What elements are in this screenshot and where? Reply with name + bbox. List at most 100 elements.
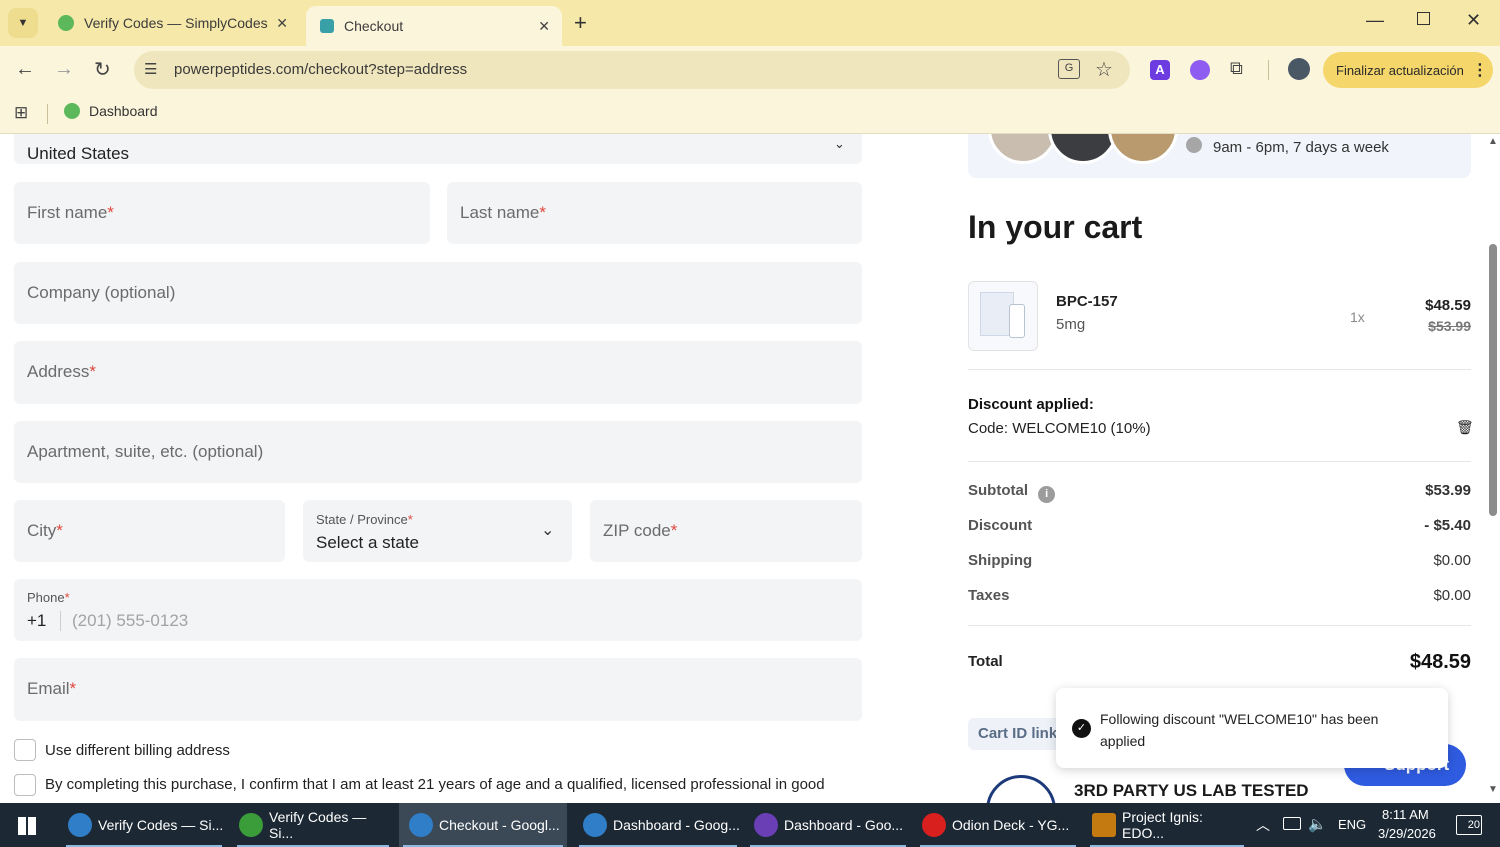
bookmarks-bar: ⊞ Dashboard	[0, 94, 1500, 134]
windows-start-icon[interactable]	[18, 817, 36, 835]
info-icon[interactable]: i	[1038, 486, 1056, 503]
discount-row-label: Discount	[968, 517, 1033, 534]
consent-checkbox[interactable]	[14, 774, 36, 796]
volume-icon[interactable]: 🔈	[1308, 815, 1327, 833]
zip-field[interactable]: ZIP code*	[590, 500, 862, 562]
support-info-box: 9am - 6pm, 7 days a week	[968, 134, 1471, 178]
address-bar[interactable]: ☰ powerpeptides.com/checkout?step=addres…	[134, 51, 1130, 89]
page-scrollbar[interactable]: ▲ ▼	[1486, 134, 1500, 803]
email-field[interactable]: Email*	[14, 658, 862, 721]
state-label: State / Province	[316, 512, 408, 527]
state-select[interactable]: State / Province* Select a state ⌄	[303, 500, 572, 562]
product-variant: 5mg	[1056, 316, 1086, 333]
extension-purple-icon[interactable]	[1190, 60, 1210, 80]
chrome-icon	[754, 813, 778, 837]
tab-strip: ▼ Verify Codes — SimplyCodes ✕ Checkout …	[0, 0, 1500, 46]
reload-icon[interactable]: ↻	[94, 57, 111, 82]
cart-item: BPC-157 5mg 1x $48.59 $53.99	[968, 281, 1471, 351]
url-text[interactable]: powerpeptides.com/checkout?step=address	[174, 61, 467, 78]
clock-date[interactable]: 3/29/2026	[1378, 826, 1436, 841]
extension-a-icon[interactable]: A	[1150, 60, 1170, 80]
toolbar-divider	[1268, 60, 1269, 80]
first-name-placeholder: First name	[27, 203, 108, 222]
cart-title: In your cart	[968, 209, 1143, 245]
last-name-field[interactable]: Last name*	[447, 182, 862, 244]
cart-id-link-label: Cart ID link	[978, 725, 1058, 742]
first-name-field[interactable]: First name*	[14, 182, 430, 244]
chevron-up-icon[interactable]: ︿	[1256, 815, 1270, 835]
cart-id-link[interactable]: Cart ID link	[968, 718, 1068, 750]
network-icon[interactable]	[1283, 817, 1301, 830]
minimize-icon[interactable]: —	[1366, 10, 1384, 31]
company-field[interactable]: Company (optional)	[14, 262, 862, 324]
scrollbar-thumb[interactable]	[1489, 244, 1497, 516]
apps-grid-icon[interactable]: ⊞	[14, 103, 28, 123]
update-button[interactable]: Finalizar actualización ⋮	[1323, 52, 1493, 88]
taskbar-item-label: Odion Deck - YG...	[952, 817, 1070, 833]
back-icon[interactable]: ←	[15, 58, 35, 81]
billing-checkbox[interactable]	[14, 739, 36, 761]
new-tab-button[interactable]: +	[574, 10, 587, 36]
more-vertical-icon: ⋮	[1471, 62, 1488, 79]
city-field[interactable]: City*	[14, 500, 285, 562]
chevron-down-icon: ⌄	[834, 136, 845, 151]
address-field[interactable]: Address*	[14, 341, 862, 404]
site-info-icon[interactable]: ☰	[144, 60, 157, 78]
taskbar-item[interactable]: Verify Codes — Si...	[233, 803, 393, 847]
taskbar-item-label: Project Ignis: EDO...	[1122, 809, 1203, 841]
apartment-field[interactable]: Apartment, suite, etc. (optional)	[14, 421, 862, 483]
profile-avatar[interactable]	[1288, 58, 1310, 80]
extensions-puzzle-icon[interactable]: ⧉	[1230, 58, 1243, 79]
apartment-placeholder: Apartment, suite, etc. (optional)	[27, 442, 264, 461]
windows-taskbar: Verify Codes — Si... Verify Codes — Si..…	[0, 803, 1500, 847]
required-mark: *	[407, 512, 413, 527]
language-indicator[interactable]: ENG	[1338, 817, 1366, 832]
scroll-up-icon[interactable]: ▲	[1488, 136, 1498, 147]
tab-verify-codes[interactable]: Verify Codes — SimplyCodes ✕	[44, 6, 300, 40]
tab-search-button[interactable]: ▼	[8, 8, 38, 38]
close-icon[interactable]: ✕	[538, 18, 550, 35]
taskbar-item[interactable]: Verify Codes — Si...	[62, 803, 226, 847]
state-value: Select a state	[316, 533, 420, 552]
product-image	[968, 281, 1038, 351]
lab-tested-badge	[986, 775, 1056, 803]
translate-icon[interactable]: G	[1058, 59, 1080, 79]
city-placeholder: City	[27, 521, 57, 540]
taskbar-item[interactable]: Checkout - Googl...	[399, 803, 567, 847]
address-placeholder: Address	[27, 362, 90, 381]
bookmark-star-icon[interactable]: ☆	[1095, 57, 1113, 82]
billing-address-option[interactable]: Use different billing address	[14, 739, 230, 761]
taskbar-item-label: Dashboard - Goog...	[613, 817, 740, 833]
taskbar-item[interactable]: Dashboard - Goog...	[575, 803, 741, 847]
taskbar-item[interactable]: Project Ignis: EDO...	[1086, 803, 1248, 847]
required-mark: *	[69, 679, 77, 698]
maximize-icon[interactable]	[1417, 12, 1430, 25]
product-name: BPC-157	[1056, 293, 1118, 310]
toast-message: Following discount "WELCOME10" has been …	[1100, 711, 1379, 749]
phone-country-code[interactable]: +1	[27, 611, 46, 631]
scroll-down-icon[interactable]: ▼	[1488, 784, 1498, 795]
forward-icon[interactable]: →	[54, 58, 74, 81]
notifications-icon[interactable]: 20	[1456, 815, 1482, 835]
taskbar-item-label: Dashboard - Goo...	[784, 817, 904, 833]
zip-placeholder: ZIP code	[603, 521, 671, 540]
chrome-icon	[239, 813, 263, 837]
country-select[interactable]: United States ⌄	[14, 134, 862, 164]
window-close-icon[interactable]: ✕	[1466, 10, 1481, 31]
taskbar-item[interactable]: Odion Deck - YG...	[916, 803, 1080, 847]
required-mark: *	[56, 521, 63, 540]
chrome-icon	[409, 813, 433, 837]
product-vial	[1009, 304, 1025, 338]
remove-discount-trash-icon[interactable]: 🗑	[1456, 419, 1474, 436]
tab-checkout[interactable]: Checkout ✕	[306, 6, 562, 46]
taxes-value: $0.00	[1433, 587, 1471, 604]
clock-time[interactable]: 8:11 AM	[1382, 807, 1429, 822]
phone-field[interactable]: Phone* +1 (201) 555-0123	[14, 579, 862, 641]
bookmark-dashboard[interactable]: Dashboard	[64, 103, 158, 119]
company-placeholder: Company (optional)	[27, 283, 176, 302]
discount-value: - $5.40	[1424, 517, 1471, 534]
consent-option[interactable]: By completing this purchase, I confirm t…	[14, 774, 825, 796]
close-icon[interactable]: ✕	[276, 15, 288, 32]
product-price: $48.59	[1425, 297, 1471, 314]
taskbar-item[interactable]: Dashboard - Goo...	[746, 803, 910, 847]
